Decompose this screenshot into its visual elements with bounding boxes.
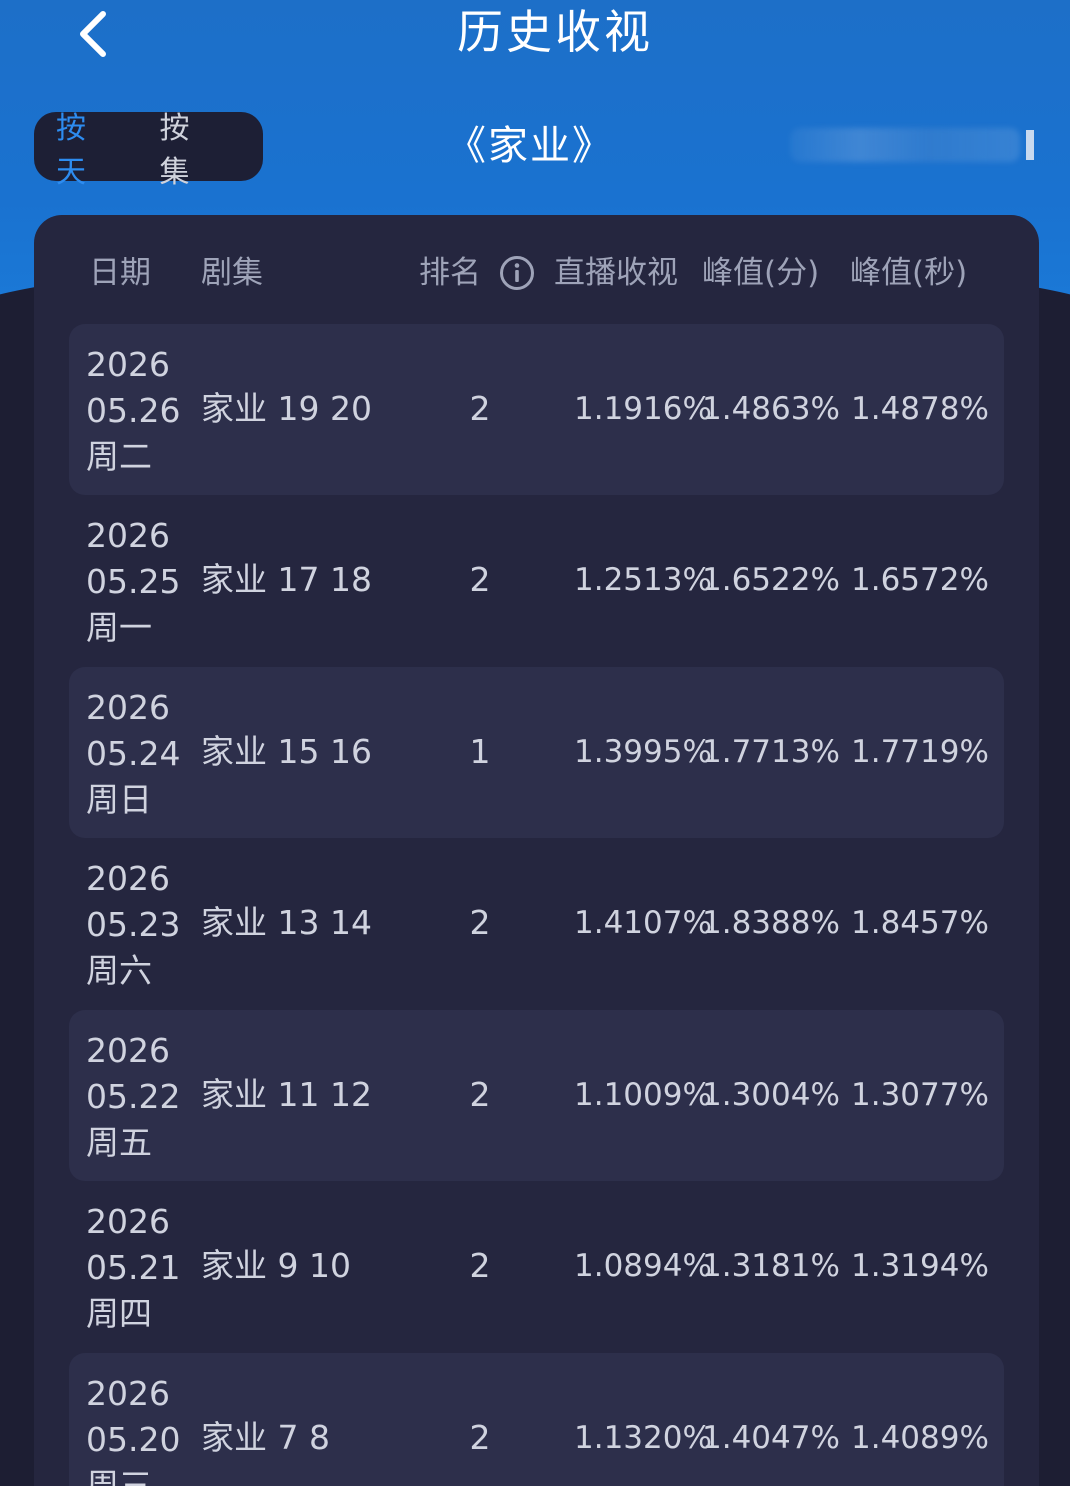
date-cell: 2026 05.20 周三 [86,1371,180,1486]
column-episode: 剧集 [201,255,263,291]
blurred-region-edge [1026,130,1034,160]
column-peak-minute: 峰值(分) [702,255,820,291]
date-text: 05.23 [86,905,181,944]
date-cell: 2026 05.23 周六 [86,856,180,994]
episode-cell: 家业 13 14 [201,903,372,942]
peak-minute-cell: 1.3181% [702,1248,840,1284]
table-row[interactable]: 2026 05.23 周六 家业 13 14 2 1.4107% 1.8388%… [69,838,1004,1009]
table-row[interactable]: 2026 05.26 周二 家业 19 20 2 1.1916% 1.4863%… [69,324,1004,495]
toggle-by-day[interactable]: 按天 [56,103,114,191]
app-screen: 历史收视 按天 按集 《家业》 日期 剧集 排名 直播收视 峰值(分) 峰值(秒… [0,0,1070,1486]
weekday-text: 周日 [86,780,152,819]
peak-minute-cell: 1.8388% [702,905,840,941]
rank-cell: 1 [469,732,491,771]
peak-minute-cell: 1.4047% [702,1420,840,1456]
year-text: 2026 [86,1031,170,1070]
toggle-by-episode[interactable]: 按集 [160,103,218,191]
year-text: 2026 [86,345,170,384]
blurred-region [790,128,1020,162]
live-rating-cell: 1.3995% [574,734,712,770]
date-cell: 2026 05.25 周一 [86,513,180,651]
weekday-text: 周一 [86,608,152,647]
rank-cell: 2 [469,389,491,428]
column-rank: 排名 [419,255,481,291]
weekday-text: 周四 [86,1294,152,1333]
rank-cell: 2 [469,1075,491,1114]
rank-cell: 2 [469,1418,491,1457]
episode-cell: 家业 11 12 [201,1075,372,1114]
table-row[interactable]: 2026 05.24 周日 家业 15 16 1 1.3995% 1.7713%… [69,667,1004,838]
episode-cell: 家业 9 10 [201,1246,351,1285]
year-text: 2026 [86,688,170,727]
peak-minute-cell: 1.7713% [702,734,840,770]
show-title: 《家业》 [446,123,614,169]
weekday-text: 周六 [86,951,152,990]
peak-second-cell: 1.6572% [851,562,989,598]
live-rating-cell: 1.0894% [574,1248,712,1284]
page-title: 历史收视 [457,5,653,59]
weekday-text: 周三 [86,1466,152,1486]
live-rating-cell: 1.2513% [574,562,712,598]
peak-minute-cell: 1.6522% [702,562,840,598]
table-header: 日期 剧集 排名 直播收视 峰值(分) 峰值(秒) [34,215,1039,323]
date-text: 05.21 [86,1248,181,1287]
rank-cell: 2 [469,560,491,599]
info-icon[interactable] [499,255,535,291]
peak-second-cell: 1.3077% [851,1077,989,1113]
episode-cell: 家业 7 8 [201,1418,330,1457]
table-row[interactable]: 2026 05.22 周五 家业 11 12 2 1.1009% 1.3004%… [69,1010,1004,1181]
date-cell: 2026 05.22 周五 [86,1028,180,1166]
date-text: 05.26 [86,391,181,430]
peak-minute-cell: 1.3004% [702,1077,840,1113]
year-text: 2026 [86,1374,170,1413]
weekday-text: 周二 [86,437,152,476]
live-rating-cell: 1.1320% [574,1420,712,1456]
peak-second-cell: 1.8457% [851,905,989,941]
date-text: 05.25 [86,562,181,601]
episode-cell: 家业 19 20 [201,389,372,428]
year-text: 2026 [86,516,170,555]
rank-cell: 2 [469,903,491,942]
date-cell: 2026 05.24 周日 [86,685,180,823]
peak-second-cell: 1.4878% [851,391,989,427]
peak-second-cell: 1.4089% [851,1420,989,1456]
year-text: 2026 [86,859,170,898]
live-rating-cell: 1.1009% [574,1077,712,1113]
view-mode-toggle: 按天 按集 [34,111,263,190]
date-text: 05.20 [86,1420,181,1459]
ratings-table: 日期 剧集 排名 直播收视 峰值(分) 峰值(秒) 2026 05.26 周二 … [34,215,1039,1486]
peak-second-cell: 1.3194% [851,1248,989,1284]
table-row[interactable]: 2026 05.25 周一 家业 17 18 2 1.2513% 1.6522%… [69,495,1004,666]
column-date: 日期 [89,255,151,291]
weekday-text: 周五 [86,1123,152,1162]
live-rating-cell: 1.4107% [574,905,712,941]
peak-minute-cell: 1.4863% [702,391,840,427]
episode-cell: 家业 15 16 [201,732,372,771]
column-live-rating: 直播收视 [554,255,678,291]
year-text: 2026 [86,1202,170,1241]
date-text: 05.24 [86,734,181,773]
episode-cell: 家业 17 18 [201,560,372,599]
column-peak-second: 峰值(秒) [850,255,968,291]
rank-cell: 2 [469,1246,491,1285]
table-row[interactable]: 2026 05.21 周四 家业 9 10 2 1.0894% 1.3181% … [69,1181,1004,1352]
date-text: 05.22 [86,1077,181,1116]
peak-second-cell: 1.7719% [851,734,989,770]
date-cell: 2026 05.26 周二 [86,342,180,480]
table-row[interactable]: 2026 05.20 周三 家业 7 8 2 1.1320% 1.4047% 1… [69,1353,1004,1486]
live-rating-cell: 1.1916% [574,391,712,427]
date-cell: 2026 05.21 周四 [86,1199,180,1337]
